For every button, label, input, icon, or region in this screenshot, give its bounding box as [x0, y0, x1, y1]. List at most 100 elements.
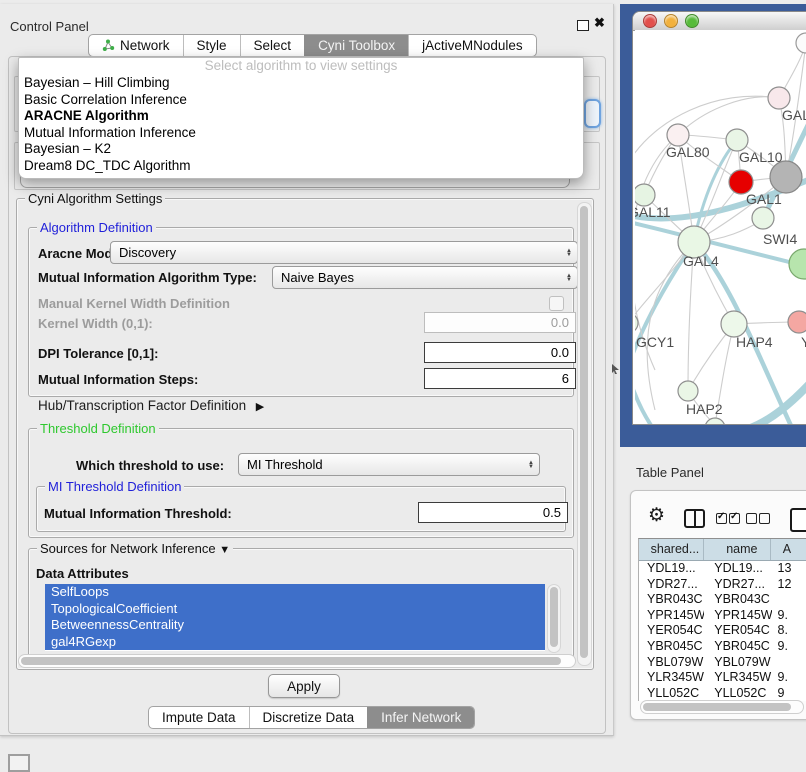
table-cell: YDR27... — [704, 577, 771, 593]
network-canvas[interactable]: GALGAL80GAL10GAL1GAL11SWI4GAL4HAP4YGCY1H… — [635, 30, 806, 424]
algorithm-option[interactable]: ARACNE Algorithm — [19, 108, 583, 125]
table-row[interactable]: YER054CYER054C8. — [639, 623, 806, 639]
kernel-width-value: 0.0 — [551, 315, 569, 330]
settings-horizontal-scrollbar[interactable] — [18, 654, 576, 668]
select-all-icon[interactable] — [716, 512, 742, 527]
table-row[interactable]: YBR045CYBR045C9. — [639, 639, 806, 655]
network-node[interactable] — [788, 311, 806, 333]
which-threshold-combobox[interactable]: MI Threshold ▲▼ — [238, 453, 540, 476]
table-cell: 12 — [772, 577, 806, 593]
mi-type-combobox[interactable]: Naive Bayes ▲▼ — [272, 266, 578, 289]
zoom-window-icon[interactable] — [685, 14, 699, 28]
sources-title[interactable]: Sources for Network Inference ▼ — [37, 541, 233, 556]
settings-vertical-scrollbar[interactable] — [577, 202, 592, 666]
float-panel-icon[interactable] — [577, 20, 589, 31]
mi-type-value: Naive Bayes — [281, 270, 354, 285]
table-row[interactable]: YDR27...YDR27...12 — [639, 577, 806, 593]
table-row[interactable]: YBL079WYBL079W — [639, 655, 806, 671]
network-node[interactable] — [726, 129, 748, 151]
mi-threshold-field[interactable]: 0.5 — [418, 502, 568, 523]
column-header-shared-name[interactable]: shared... — [639, 539, 704, 560]
deselect-all-icon[interactable] — [746, 512, 772, 527]
table-row[interactable]: YPR145WYPR145W9. — [639, 608, 806, 624]
table-cell: YLR345W — [639, 670, 704, 686]
network-node-label: GAL10 — [739, 149, 783, 165]
manual-kernel-checkbox[interactable] — [549, 296, 564, 311]
collapsed-arrow-icon: ▶ — [256, 401, 264, 413]
network-node[interactable] — [768, 87, 790, 109]
tab-infer-network[interactable]: Infer Network — [367, 707, 474, 728]
algorithm-option[interactable]: Dream8 DC_TDC Algorithm — [19, 158, 583, 175]
tab-network[interactable]: Network — [89, 35, 183, 56]
bottom-tabbar: Impute Data Discretize Data Infer Networ… — [148, 706, 475, 729]
network-node[interactable] — [705, 418, 725, 424]
node-table: shared... name A YDL19...YDL19...13YDR27… — [638, 538, 806, 701]
network-node[interactable] — [752, 207, 774, 229]
table-cell: YBL079W — [704, 655, 771, 671]
tab-select-label: Select — [254, 38, 292, 53]
data-attribute-item[interactable]: SelfLoops — [45, 584, 545, 601]
algorithm-option[interactable]: Basic Correlation Inference — [19, 92, 583, 109]
algorithm-option[interactable]: Bayesian – Hill Climbing — [19, 75, 583, 92]
table-cell: 9. — [772, 639, 806, 655]
control-panel-tabbar: Network Style Select Cyni Toolbox jActiv… — [88, 34, 537, 57]
apply-button[interactable]: Apply — [268, 674, 340, 698]
tab-discretize-data[interactable]: Discretize Data — [249, 707, 368, 728]
close-panel-icon[interactable]: ✖ — [594, 15, 605, 31]
gear-icon[interactable]: ⚙ — [648, 506, 665, 526]
tab-impute-data[interactable]: Impute Data — [149, 707, 249, 728]
network-node-label: GAL11 — [635, 204, 671, 220]
tab-jactivemnodules[interactable]: jActiveMNodules — [408, 35, 536, 56]
algorithm-option[interactable]: Mutual Information Inference — [19, 125, 583, 142]
algorithm-option[interactable]: Bayesian – K2 — [19, 141, 583, 158]
network-node[interactable] — [678, 381, 698, 401]
table-cell: YPR145W — [639, 608, 704, 624]
tab-style[interactable]: Style — [183, 35, 240, 56]
stepper-arrows-icon: ▲▼ — [561, 242, 577, 263]
network-node[interactable] — [796, 33, 806, 53]
dpi-tolerance-field[interactable]: 0.0 — [424, 342, 576, 363]
attributes-list-scrollbar[interactable] — [547, 584, 561, 653]
mi-steps-field[interactable]: 6 — [424, 368, 576, 389]
table-cell: YBR043C — [639, 592, 704, 608]
algorithm-dropdown-list: Bayesian – Hill ClimbingBasic Correlatio… — [19, 75, 583, 174]
network-node[interactable] — [635, 184, 655, 206]
data-attributes-list[interactable]: SelfLoopsTopologicalCoefficientBetweenne… — [45, 584, 545, 651]
table-row[interactable]: YBR043CYBR043C — [639, 592, 806, 608]
hub-definition-toggle[interactable]: Hub/Transcription Factor Definition ▶ — [38, 398, 264, 413]
table-header-row: shared... name A — [639, 539, 806, 561]
tab-select[interactable]: Select — [240, 35, 305, 56]
kernel-width-field[interactable]: 0.0 — [424, 312, 576, 333]
tab-cyni-toolbox[interactable]: Cyni Toolbox — [304, 35, 408, 56]
column-header-partial[interactable]: A — [771, 539, 806, 560]
column-header-name[interactable]: name — [704, 539, 771, 560]
split-view-icon[interactable] — [684, 509, 705, 528]
data-attributes-label: Data Attributes — [36, 566, 129, 581]
mouse-cursor — [612, 364, 620, 374]
network-node-label: GAL80 — [666, 144, 710, 160]
table-row[interactable]: YLR345WYLR345W9. — [639, 670, 806, 686]
algorithm-dropdown: Select algorithm to view settings Bayesi… — [18, 57, 584, 179]
network-node[interactable] — [789, 249, 806, 279]
document-icon-fragment[interactable] — [790, 508, 806, 532]
table-cell: YLR345W — [704, 670, 771, 686]
focused-combo-button-fragment[interactable] — [584, 99, 601, 128]
minimize-window-icon[interactable] — [664, 14, 678, 28]
aracne-mode-combobox[interactable]: Discovery ▲▼ — [110, 241, 578, 264]
network-node-label: GAL4 — [683, 253, 719, 269]
data-attribute-item[interactable]: gal4RGexp — [45, 634, 545, 651]
data-attribute-item[interactable]: BetweennessCentrality — [45, 617, 545, 634]
tab-cyni-toolbox-label: Cyni Toolbox — [318, 38, 395, 53]
network-node-label: GAL — [782, 107, 806, 123]
table-cell — [772, 592, 806, 608]
network-node[interactable] — [667, 124, 689, 146]
close-window-icon[interactable] — [643, 14, 657, 28]
data-attribute-item[interactable]: TopologicalCoefficient — [45, 601, 545, 618]
table-row[interactable]: YDL19...YDL19...13 — [639, 561, 806, 577]
table-horizontal-scrollbar[interactable] — [640, 700, 804, 714]
network-window-titlebar — [633, 12, 806, 31]
table-row[interactable]: YLL052CYLL052C9 — [639, 686, 806, 702]
table-cell: YDL19... — [704, 561, 771, 577]
mi-steps-label: Mutual Information Steps: — [38, 372, 198, 387]
network-node[interactable] — [770, 161, 802, 193]
